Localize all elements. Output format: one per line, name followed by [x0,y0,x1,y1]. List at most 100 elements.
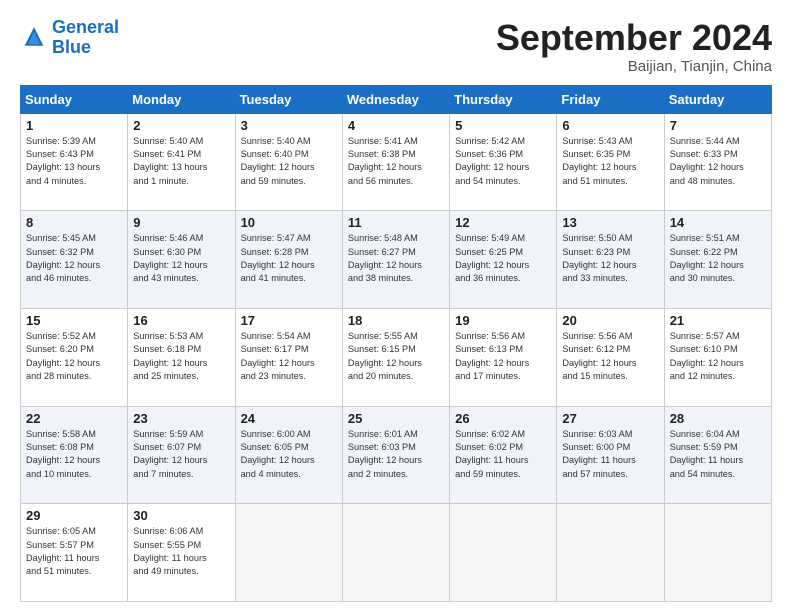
page: General Blue September 2024 Baijian, Tia… [0,0,792,612]
calendar-cell [450,504,557,602]
day-number: 15 [26,313,122,328]
col-monday: Monday [128,85,235,113]
calendar-cell: 8Sunrise: 5:45 AM Sunset: 6:32 PM Daylig… [21,211,128,309]
day-number: 8 [26,215,122,230]
logo-general: General [52,17,119,37]
day-info: Sunrise: 6:00 AM Sunset: 6:05 PM Dayligh… [241,428,337,481]
calendar-cell: 1 Sunrise: 5:39 AM Sunset: 6:43 PM Daylig… [21,113,128,211]
col-friday: Friday [557,85,664,113]
day-info: Sunrise: 6:01 AM Sunset: 6:03 PM Dayligh… [348,428,444,481]
day-number: 2 [133,118,229,133]
calendar-cell: 12Sunrise: 5:49 AM Sunset: 6:25 PM Dayli… [450,211,557,309]
day-number: 4 [348,118,444,133]
day-info: Sunrise: 5:58 AM Sunset: 6:08 PM Dayligh… [26,428,122,481]
calendar-week-4: 22 Sunrise: 5:58 AM Sunset: 6:08 PM Dayli… [21,406,772,504]
day-info: Sunrise: 5:59 AM Sunset: 6:07 PM Dayligh… [133,428,229,481]
day-number: 26 [455,411,551,426]
day-number: 20 [562,313,658,328]
calendar-cell: 6 Sunrise: 5:43 AM Sunset: 6:35 PM Daylig… [557,113,664,211]
day-number: 14 [670,215,766,230]
day-number: 24 [241,411,337,426]
day-number: 30 [133,508,229,523]
calendar-cell: 20 Sunrise: 5:56 AM Sunset: 6:12 PM Dayli… [557,308,664,406]
calendar-cell: 23 Sunrise: 5:59 AM Sunset: 6:07 PM Dayli… [128,406,235,504]
day-info: Sunrise: 5:56 AM Sunset: 6:13 PM Dayligh… [455,330,551,383]
day-number: 23 [133,411,229,426]
calendar-cell: 14Sunrise: 5:51 AM Sunset: 6:22 PM Dayli… [664,211,771,309]
calendar-cell: 28Sunrise: 6:04 AM Sunset: 5:59 PM Dayli… [664,406,771,504]
calendar-cell: 27 Sunrise: 6:03 AM Sunset: 6:00 PM Dayli… [557,406,664,504]
calendar-cell: 3 Sunrise: 5:40 AM Sunset: 6:40 PM Daylig… [235,113,342,211]
logo-text: General Blue [52,18,119,58]
day-info: Sunrise: 5:42 AM Sunset: 6:36 PM Dayligh… [455,135,551,188]
day-info: Sunrise: 6:06 AM Sunset: 5:55 PM Dayligh… [133,525,229,578]
day-info: Sunrise: 5:41 AM Sunset: 6:38 PM Dayligh… [348,135,444,188]
calendar-cell: 19Sunrise: 5:56 AM Sunset: 6:13 PM Dayli… [450,308,557,406]
col-thursday: Thursday [450,85,557,113]
title-block: September 2024 Baijian, Tianjin, China [496,18,772,75]
day-number: 17 [241,313,337,328]
calendar-cell: 16Sunrise: 5:53 AM Sunset: 6:18 PM Dayli… [128,308,235,406]
day-info: Sunrise: 5:55 AM Sunset: 6:15 PM Dayligh… [348,330,444,383]
day-info: Sunrise: 5:43 AM Sunset: 6:35 PM Dayligh… [562,135,658,188]
day-info: Sunrise: 5:57 AM Sunset: 6:10 PM Dayligh… [670,330,766,383]
day-info: Sunrise: 6:04 AM Sunset: 5:59 PM Dayligh… [670,428,766,481]
month-title: September 2024 [496,18,772,58]
day-number: 6 [562,118,658,133]
col-saturday: Saturday [664,85,771,113]
calendar-cell: 25 Sunrise: 6:01 AM Sunset: 6:03 PM Dayli… [342,406,449,504]
calendar-cell: 24 Sunrise: 6:00 AM Sunset: 6:05 PM Dayli… [235,406,342,504]
col-tuesday: Tuesday [235,85,342,113]
logo-icon [20,24,48,52]
day-info: Sunrise: 5:53 AM Sunset: 6:18 PM Dayligh… [133,330,229,383]
calendar-week-2: 8Sunrise: 5:45 AM Sunset: 6:32 PM Daylig… [21,211,772,309]
day-info: Sunrise: 6:02 AM Sunset: 6:02 PM Dayligh… [455,428,551,481]
col-wednesday: Wednesday [342,85,449,113]
day-number: 5 [455,118,551,133]
calendar-cell: 9 Sunrise: 5:46 AM Sunset: 6:30 PM Daylig… [128,211,235,309]
day-info: Sunrise: 6:05 AM Sunset: 5:57 PM Dayligh… [26,525,122,578]
calendar-cell: 17 Sunrise: 5:54 AM Sunset: 6:17 PM Dayli… [235,308,342,406]
day-number: 11 [348,215,444,230]
calendar-cell: 22 Sunrise: 5:58 AM Sunset: 6:08 PM Dayli… [21,406,128,504]
calendar-cell: 21Sunrise: 5:57 AM Sunset: 6:10 PM Dayli… [664,308,771,406]
day-info: Sunrise: 5:48 AM Sunset: 6:27 PM Dayligh… [348,232,444,285]
day-info: Sunrise: 5:56 AM Sunset: 6:12 PM Dayligh… [562,330,658,383]
logo-blue: Blue [52,37,91,57]
day-number: 1 [26,118,122,133]
day-info: Sunrise: 5:39 AM Sunset: 6:43 PM Dayligh… [26,135,122,188]
day-info: Sunrise: 5:40 AM Sunset: 6:41 PM Dayligh… [133,135,229,188]
calendar-header-row: Sunday Monday Tuesday Wednesday Thursday… [21,85,772,113]
day-number: 9 [133,215,229,230]
day-info: Sunrise: 5:47 AM Sunset: 6:28 PM Dayligh… [241,232,337,285]
day-number: 22 [26,411,122,426]
col-sunday: Sunday [21,85,128,113]
day-number: 10 [241,215,337,230]
location: Baijian, Tianjin, China [496,58,772,75]
calendar-cell [235,504,342,602]
calendar-cell: 15Sunrise: 5:52 AM Sunset: 6:20 PM Dayli… [21,308,128,406]
day-number: 18 [348,313,444,328]
calendar-cell [557,504,664,602]
calendar-table: Sunday Monday Tuesday Wednesday Thursday… [20,85,772,602]
day-number: 25 [348,411,444,426]
day-number: 3 [241,118,337,133]
calendar-cell [664,504,771,602]
day-info: Sunrise: 5:54 AM Sunset: 6:17 PM Dayligh… [241,330,337,383]
day-number: 27 [562,411,658,426]
day-info: Sunrise: 5:40 AM Sunset: 6:40 PM Dayligh… [241,135,337,188]
day-info: Sunrise: 6:03 AM Sunset: 6:00 PM Dayligh… [562,428,658,481]
calendar-cell: 5 Sunrise: 5:42 AM Sunset: 6:36 PM Daylig… [450,113,557,211]
day-info: Sunrise: 5:49 AM Sunset: 6:25 PM Dayligh… [455,232,551,285]
calendar-week-1: 1 Sunrise: 5:39 AM Sunset: 6:43 PM Daylig… [21,113,772,211]
day-info: Sunrise: 5:44 AM Sunset: 6:33 PM Dayligh… [670,135,766,188]
day-info: Sunrise: 5:46 AM Sunset: 6:30 PM Dayligh… [133,232,229,285]
day-number: 13 [562,215,658,230]
calendar-cell: 13 Sunrise: 5:50 AM Sunset: 6:23 PM Dayli… [557,211,664,309]
calendar-cell: 30 Sunrise: 6:06 AM Sunset: 5:55 PM Dayli… [128,504,235,602]
calendar-week-3: 15Sunrise: 5:52 AM Sunset: 6:20 PM Dayli… [21,308,772,406]
calendar-cell: 18 Sunrise: 5:55 AM Sunset: 6:15 PM Dayli… [342,308,449,406]
day-info: Sunrise: 5:50 AM Sunset: 6:23 PM Dayligh… [562,232,658,285]
logo: General Blue [20,18,119,58]
day-number: 29 [26,508,122,523]
